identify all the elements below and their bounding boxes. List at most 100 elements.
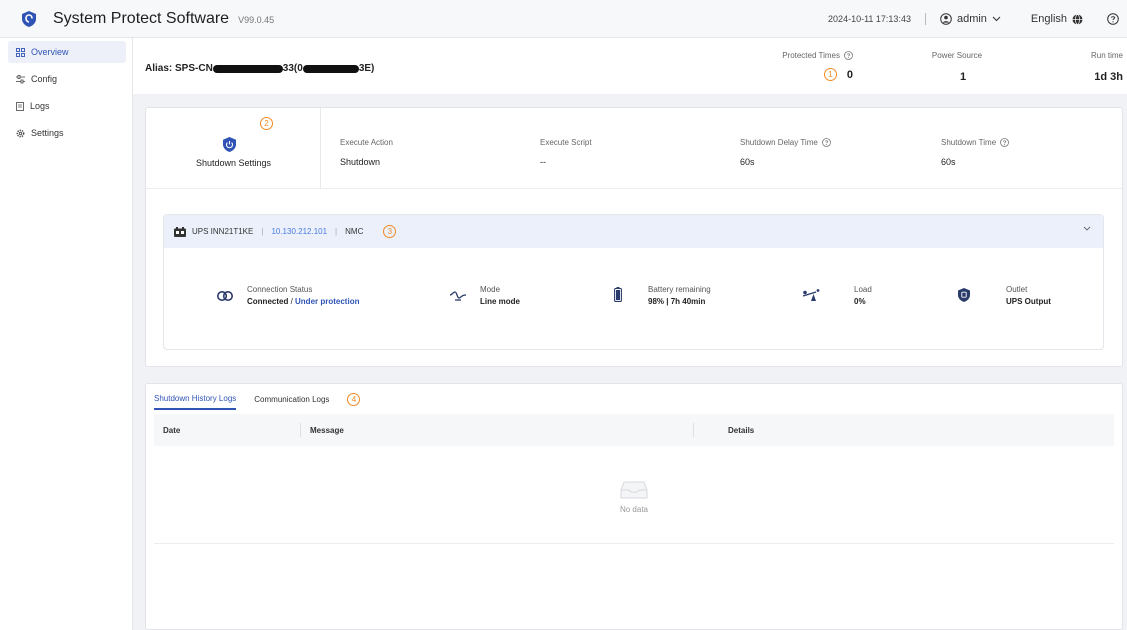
card-divider bbox=[146, 188, 1122, 189]
tab-communication-logs[interactable]: Communication Logs bbox=[254, 395, 329, 409]
run-time-label: Run time bbox=[1090, 51, 1123, 60]
connection-status-value: Connected bbox=[247, 297, 289, 306]
sidebar-item-config[interactable]: Config bbox=[8, 68, 126, 90]
app-title: System Protect Software bbox=[53, 9, 230, 27]
shield-logo-icon bbox=[22, 10, 36, 27]
chevron-down-icon[interactable] bbox=[1083, 226, 1091, 231]
header-divider bbox=[924, 13, 926, 25]
sidebar-item-label: Config bbox=[31, 74, 58, 84]
column-header-date[interactable]: Date bbox=[163, 426, 180, 435]
shutdown-delay-label: Shutdown Delay Time bbox=[740, 138, 818, 147]
grid-icon bbox=[16, 47, 25, 57]
load-value: 0% bbox=[854, 297, 866, 306]
shutdown-time-field: Shutdown Time 60s bbox=[941, 138, 1010, 167]
tab-shutdown-history-logs[interactable]: Shutdown History Logs bbox=[154, 394, 237, 410]
sidebar-item-label: Overview bbox=[31, 47, 69, 57]
empty-state-text: No data bbox=[619, 505, 649, 514]
column-header-details[interactable]: Details bbox=[728, 426, 754, 435]
logs-table-header: Date Message Details bbox=[154, 414, 1114, 446]
help-icon[interactable] bbox=[844, 51, 853, 60]
shutdown-time-label: Shutdown Time bbox=[941, 138, 997, 147]
user-name: admin bbox=[956, 13, 987, 25]
battery-label: Battery remaining bbox=[648, 285, 711, 294]
alias-bar: Alias: SPS-CN 33(0 3E) Protected Times 1… bbox=[133, 38, 1127, 94]
column-divider bbox=[693, 423, 694, 437]
waveform-icon bbox=[450, 291, 466, 301]
callout-marker-1: 1 bbox=[823, 68, 837, 81]
load-balance-icon bbox=[802, 289, 820, 301]
user-menu[interactable]: admin bbox=[940, 13, 1001, 25]
shutdown-settings-panel[interactable]: 2 Shutdown Settings bbox=[146, 108, 321, 188]
execute-script-label: Execute Script bbox=[540, 138, 592, 147]
help-icon[interactable] bbox=[821, 138, 831, 147]
sidebar-item-overview[interactable]: Overview bbox=[8, 41, 126, 63]
ups-ip-link[interactable]: 10.130.212.101 bbox=[271, 227, 327, 236]
shutdown-delay-field: Shutdown Delay Time 60s bbox=[740, 138, 831, 167]
language-selector[interactable]: English bbox=[1031, 13, 1083, 25]
overview-card: 2 Shutdown Settings Execute Action Shutd… bbox=[145, 107, 1123, 367]
outlet-label: Outlet bbox=[1006, 285, 1028, 294]
app-version: V99.0.45 bbox=[238, 15, 275, 25]
document-icon bbox=[16, 101, 24, 111]
protected-times-metric: Protected Times 1 0 bbox=[767, 51, 853, 81]
power-source-metric: Power Source 1 bbox=[927, 51, 987, 83]
separator: | bbox=[335, 227, 338, 236]
link-icon bbox=[217, 291, 233, 301]
mode-label: Mode bbox=[480, 285, 501, 294]
alias-prefix: Alias: SPS-CN bbox=[145, 63, 213, 74]
execute-action-label: Execute Action bbox=[340, 138, 393, 147]
protection-status-value: Under protection bbox=[295, 297, 360, 306]
protected-times-value: 0 bbox=[846, 68, 853, 81]
redacted-block bbox=[212, 64, 283, 73]
alias-suffix: 3E) bbox=[358, 63, 375, 74]
execute-action-field: Execute Action Shutdown bbox=[340, 138, 393, 167]
load-stat: Load 0% bbox=[802, 285, 872, 306]
run-time-metric: Run time 1d 3h bbox=[1053, 51, 1123, 83]
execute-action-value: Shutdown bbox=[340, 157, 381, 167]
run-time-value: 1d 3h bbox=[1094, 71, 1123, 83]
empty-inbox-icon bbox=[620, 481, 648, 499]
chevron-down-icon bbox=[992, 16, 1001, 22]
outlet-shield-icon bbox=[958, 288, 970, 302]
top-bar: System Protect Software V99.0.45 2024-10… bbox=[0, 0, 1127, 38]
separator: | bbox=[261, 227, 264, 236]
shutdown-settings-title: Shutdown Settings bbox=[195, 158, 272, 168]
power-shield-icon bbox=[223, 137, 236, 152]
shutdown-delay-value: 60s bbox=[740, 157, 755, 167]
ups-device-panel: UPS INN21T1KE | 10.130.212.101 | NMC 3 C… bbox=[163, 214, 1104, 350]
redacted-block bbox=[302, 64, 359, 73]
connection-separator: / bbox=[288, 297, 296, 306]
help-icon[interactable] bbox=[1107, 13, 1119, 25]
connection-status-stat: Connection Status Connected / Under prot… bbox=[217, 285, 359, 306]
current-datetime: 2024-10-11 17:13:43 bbox=[828, 14, 911, 24]
help-icon[interactable] bbox=[1000, 138, 1010, 147]
column-header-message[interactable]: Message bbox=[310, 426, 344, 435]
outlet-stat: Outlet UPS Output bbox=[958, 285, 1051, 306]
logs-card: Shutdown History Logs Communication Logs… bbox=[145, 383, 1123, 630]
gear-icon bbox=[16, 129, 25, 137]
power-source-value: 1 bbox=[959, 71, 967, 83]
ups-name: UPS INN21T1KE bbox=[192, 227, 254, 236]
battery-value: 98% | 7h 40min bbox=[648, 297, 706, 306]
connection-status-label: Connection Status bbox=[247, 285, 313, 294]
outlet-value: UPS Output bbox=[1006, 297, 1051, 306]
callout-marker-2: 2 bbox=[260, 117, 273, 130]
sidebar-item-settings[interactable]: Settings bbox=[8, 122, 126, 144]
sidebar: Overview Config Logs Settings bbox=[0, 38, 133, 630]
power-source-label: Power Source bbox=[931, 51, 983, 60]
load-label: Load bbox=[854, 285, 872, 294]
ups-device-header[interactable]: UPS INN21T1KE | 10.130.212.101 | NMC 3 bbox=[164, 215, 1103, 248]
device-alias: Alias: SPS-CN 33(0 3E) bbox=[145, 63, 374, 74]
logs-empty-state: No data bbox=[154, 446, 1114, 544]
callout-marker-4: 4 bbox=[347, 393, 361, 406]
user-icon bbox=[940, 13, 952, 25]
ups-device-icon bbox=[174, 226, 186, 237]
sliders-icon bbox=[16, 74, 25, 83]
sidebar-item-logs[interactable]: Logs bbox=[8, 95, 126, 117]
language-label: English bbox=[1030, 13, 1067, 25]
sidebar-item-label: Logs bbox=[30, 101, 50, 111]
battery-stat: Battery remaining 98% | 7h 40min bbox=[614, 285, 711, 306]
alias-mid: 33(0 bbox=[282, 63, 303, 74]
mode-value: Line mode bbox=[480, 297, 521, 306]
battery-icon bbox=[614, 287, 622, 302]
